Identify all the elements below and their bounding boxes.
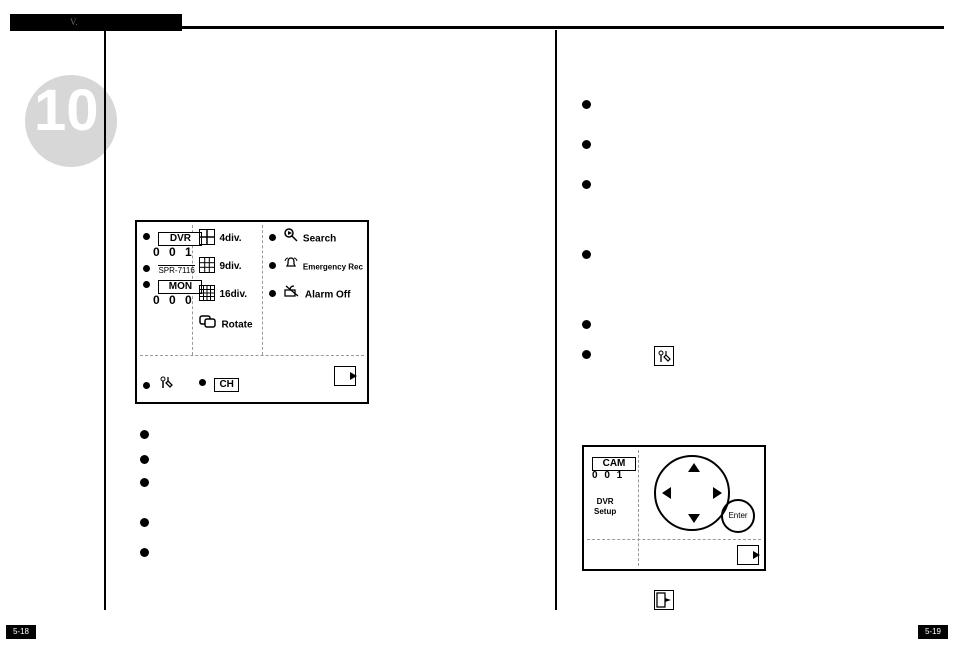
ch-button[interactable]: CH (199, 374, 239, 392)
page-number-left: 5-18 (6, 625, 36, 639)
dvr-setup-label: DVR Setup (594, 497, 616, 517)
bullet-icon (140, 548, 149, 557)
bullet-icon (140, 518, 149, 527)
mon-number: 0 0 0 (153, 294, 202, 306)
bullet-icon (143, 281, 150, 288)
dvr-control-panel: DVR 0 0 1 SPR-7116 MON 0 0 0 4div. 9div. (135, 220, 369, 404)
exit-icon[interactable] (737, 545, 759, 565)
dvr-tag[interactable]: DVR (158, 232, 202, 246)
model-label: SPR-7116 (158, 265, 194, 275)
cam-tag-group: CAM 0 0 1 (592, 453, 636, 481)
chapter-number: 10 (34, 82, 99, 140)
bullet-icon (140, 478, 149, 487)
exit-icon (334, 366, 356, 386)
div9-label: 9div. (219, 261, 241, 272)
div9-button[interactable]: 9div. (199, 256, 242, 274)
settings-button[interactable] (143, 374, 174, 395)
page-number-right: 5-19 (918, 625, 948, 639)
rotate-label: Rotate (221, 320, 252, 331)
search-icon (284, 228, 298, 247)
grid4-icon (199, 229, 215, 245)
bullet-icon (199, 379, 206, 386)
boxed-exit-icon (654, 590, 674, 610)
bullet-icon (582, 250, 591, 259)
bullet-icon (140, 455, 149, 464)
emergency-rec-button[interactable]: Emergency Rec (269, 256, 363, 275)
arrow-down-icon[interactable] (688, 514, 700, 523)
cam-tag[interactable]: CAM (592, 457, 636, 471)
div16-label: 16div. (219, 289, 247, 300)
div16-button[interactable]: 16div. (199, 284, 247, 302)
mon-tag[interactable]: MON (158, 280, 202, 294)
emergency-label: Emergency Rec (303, 263, 363, 272)
alarmoff-label: Alarm Off (305, 290, 351, 301)
joystick-pad[interactable] (654, 455, 730, 531)
bullet-icon (269, 234, 276, 241)
panel-divider-v (638, 450, 640, 566)
bullet-icon (269, 262, 276, 269)
bullet-icon (582, 140, 591, 149)
alarmoff-button[interactable]: Alarm Off (269, 284, 350, 303)
ch-label: CH (214, 378, 238, 392)
wrench-icon (158, 377, 174, 394)
mon-tag-group: MON 0 0 0 (143, 276, 202, 306)
bullet-icon (269, 290, 276, 297)
bullet-icon (143, 233, 150, 240)
panel-divider-2 (262, 225, 264, 355)
panel-divider-h (587, 539, 761, 541)
bullet-icon (582, 350, 591, 359)
rotate-icon (199, 314, 217, 333)
grid16-icon (199, 285, 215, 301)
dvr-tag-group: DVR 0 0 1 (143, 228, 202, 258)
bullet-icon (582, 180, 591, 189)
cam-number: 0 0 1 (592, 471, 636, 481)
arrow-right-icon[interactable] (713, 487, 722, 499)
dvr-setup-panel: CAM 0 0 1 DVR Setup Enter (582, 445, 766, 571)
dvr-number: 0 0 1 (153, 246, 202, 258)
search-label: Search (303, 234, 336, 245)
rotate-button[interactable]: Rotate (199, 314, 253, 333)
bullet-icon (582, 100, 591, 109)
bullet-icon (582, 320, 591, 329)
bullet-icon (143, 265, 150, 272)
page-root: V. 10 DVR 0 0 1 SPR-7116 MON 0 0 0 (0, 0, 954, 653)
exit-button[interactable] (339, 370, 361, 395)
arrow-up-icon[interactable] (688, 463, 700, 472)
div4-button[interactable]: 4div. (199, 228, 242, 246)
center-column-rule (555, 30, 557, 610)
arrow-left-icon[interactable] (662, 487, 671, 499)
panel-bottom-row: CH (137, 360, 367, 402)
bullet-icon (143, 382, 150, 389)
header-rule (10, 26, 944, 29)
bell-icon (284, 256, 298, 275)
left-column-rule (104, 30, 106, 610)
panel-divider-h (140, 355, 364, 357)
alarm-off-icon (284, 284, 300, 303)
enter-button[interactable]: Enter (721, 499, 755, 533)
search-button[interactable]: Search (269, 228, 336, 247)
div4-label: 4div. (219, 233, 241, 244)
bullet-icon (140, 430, 149, 439)
grid9-icon (199, 257, 215, 273)
boxed-settings-icon (654, 346, 674, 366)
